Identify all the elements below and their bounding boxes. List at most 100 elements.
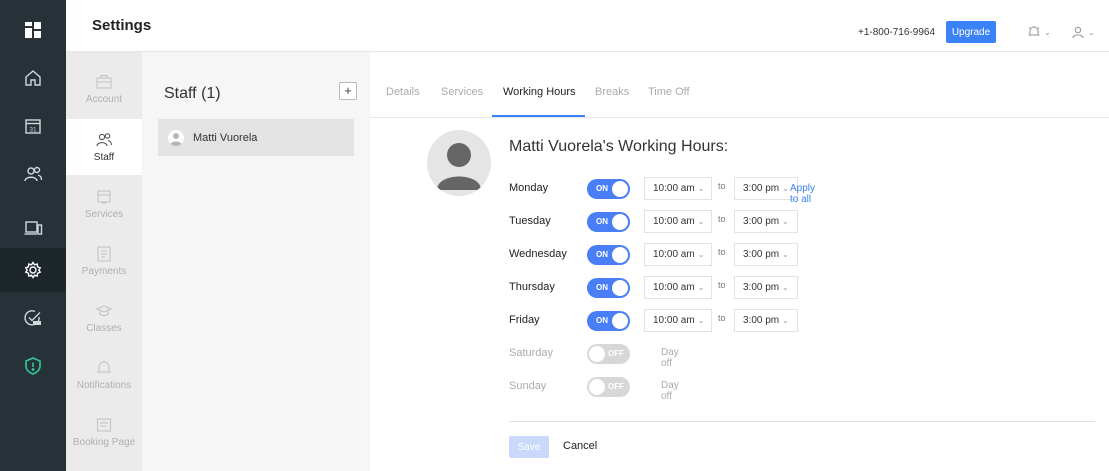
day-label: Wednesday bbox=[509, 248, 567, 260]
day-toggle[interactable]: ON bbox=[587, 278, 630, 298]
app-root: 31 Settings +1-800-716-9964 Upgrade ⌄ ⌄ bbox=[0, 0, 1109, 471]
add-staff-button[interactable]: + bbox=[339, 82, 357, 100]
end-time-select[interactable]: 3:00 pm ⌄ bbox=[734, 210, 798, 233]
end-time-select[interactable]: 3:00 pm ⌄ bbox=[734, 276, 798, 299]
subnav-label: Classes bbox=[86, 323, 122, 334]
tab-details[interactable]: Details bbox=[386, 86, 420, 98]
tab-working-hours[interactable]: Working Hours bbox=[503, 86, 576, 98]
subnav-item-staff[interactable]: Staff bbox=[66, 119, 142, 175]
day-toggle[interactable]: ON bbox=[587, 245, 630, 265]
toggle-state: ON bbox=[596, 250, 608, 259]
subnav-item-payments[interactable]: Payments bbox=[66, 233, 142, 289]
subnav-item-booking-page[interactable]: Booking Page bbox=[66, 404, 142, 460]
users-icon[interactable] bbox=[0, 152, 66, 196]
subnav-item-classes[interactable]: Classes bbox=[66, 290, 142, 346]
to-label: to bbox=[718, 214, 726, 224]
day-label: Tuesday bbox=[509, 215, 551, 227]
devices-icon[interactable] bbox=[0, 206, 66, 250]
start-time-select[interactable]: 10:00 am ⌄ bbox=[644, 177, 712, 200]
day-toggle[interactable]: ON bbox=[587, 212, 630, 232]
start-time-select[interactable]: 10:00 am ⌄ bbox=[644, 276, 712, 299]
user-avatar-icon bbox=[170, 132, 182, 146]
day-toggle[interactable]: ON bbox=[587, 179, 630, 199]
tab-time-off[interactable]: Time Off bbox=[648, 86, 690, 98]
save-button[interactable]: Save bbox=[509, 436, 549, 458]
briefcase-icon bbox=[96, 74, 112, 89]
bell-icon bbox=[97, 360, 111, 373]
start-time-select[interactable]: 10:00 am ⌄ bbox=[644, 243, 712, 266]
toggle-state: OFF bbox=[608, 382, 624, 391]
day-toggle[interactable]: OFF bbox=[587, 377, 630, 397]
day-label: Sunday bbox=[509, 380, 547, 392]
apply-to-all-link[interactable]: Apply to all bbox=[790, 183, 815, 205]
toggle-state: ON bbox=[596, 316, 608, 325]
chevron-down-icon: ⌄ bbox=[1088, 27, 1095, 37]
chevron-down-icon: ⌄ bbox=[1044, 27, 1051, 37]
bell-icon bbox=[1028, 26, 1040, 36]
day-off-label: Day off bbox=[661, 380, 679, 402]
toggle-knob bbox=[612, 247, 628, 263]
toggle-knob bbox=[589, 346, 605, 362]
start-time-value: 10:00 am bbox=[653, 249, 695, 260]
active-tab-indicator bbox=[492, 115, 585, 117]
start-time-select[interactable]: 10:00 am ⌄ bbox=[644, 309, 712, 332]
end-time-value: 3:00 pm bbox=[743, 216, 780, 227]
to-label: to bbox=[718, 181, 726, 191]
tab-breaks[interactable]: Breaks bbox=[595, 86, 629, 98]
subnav-label: Booking Page bbox=[72, 437, 136, 448]
staff-tabs: Details Services Working Hours Breaks Ti… bbox=[370, 52, 1109, 118]
staff-name: Matti Vuorela bbox=[193, 131, 258, 144]
end-time-value: 3:00 pm bbox=[743, 249, 780, 260]
subnav-label: Services bbox=[84, 209, 124, 220]
end-time-select[interactable]: 3:00 pm ⌄ bbox=[734, 309, 798, 332]
end-time-select[interactable]: 3:00 pm ⌄ bbox=[734, 243, 798, 266]
settings-icon[interactable] bbox=[0, 248, 66, 292]
check-badge-icon[interactable] bbox=[0, 296, 66, 340]
chevron-down-icon: ⌄ bbox=[697, 250, 705, 259]
end-time-select[interactable]: 3:00 pm ⌄ bbox=[734, 177, 798, 200]
shield-alert-icon[interactable] bbox=[0, 344, 66, 388]
day-label: Thursday bbox=[509, 281, 555, 293]
day-toggle[interactable]: ON bbox=[587, 311, 630, 331]
calendar-day-number: 31 bbox=[29, 127, 37, 134]
subnav-label: Payments bbox=[81, 266, 127, 277]
home-icon[interactable] bbox=[0, 56, 66, 100]
start-time-select[interactable]: 10:00 am ⌄ bbox=[644, 210, 712, 233]
subnav-label: Notifications bbox=[76, 380, 132, 391]
chevron-down-icon: ⌄ bbox=[782, 217, 789, 226]
start-time-value: 10:00 am bbox=[653, 216, 695, 227]
end-time-value: 3:00 pm bbox=[743, 282, 780, 293]
day-toggle[interactable]: OFF bbox=[587, 344, 630, 364]
end-time-value: 3:00 pm bbox=[743, 183, 780, 194]
day-off-label: Day off bbox=[661, 347, 679, 369]
chevron-down-icon: ⌄ bbox=[697, 217, 705, 226]
chevron-down-icon: ⌄ bbox=[782, 316, 789, 325]
upgrade-button[interactable]: Upgrade bbox=[946, 21, 996, 43]
user-icon bbox=[1072, 26, 1084, 39]
booking-page-icon bbox=[96, 418, 112, 432]
start-time-value: 10:00 am bbox=[653, 315, 695, 326]
apps-grid-icon[interactable] bbox=[0, 8, 66, 52]
user-menu[interactable]: ⌄ bbox=[1071, 25, 1095, 39]
calendar-icon[interactable]: 31 bbox=[0, 104, 66, 148]
to-label: to bbox=[718, 247, 726, 257]
classes-icon bbox=[95, 305, 113, 317]
staff-avatar[interactable] bbox=[427, 130, 491, 196]
start-time-value: 10:00 am bbox=[653, 183, 695, 194]
chevron-down-icon: ⌄ bbox=[697, 283, 705, 292]
subnav-item-services[interactable]: Services bbox=[66, 176, 142, 232]
chevron-down-icon: ⌄ bbox=[697, 184, 705, 193]
cancel-button[interactable]: Cancel bbox=[563, 440, 597, 452]
notifications-menu[interactable]: ⌄ bbox=[1027, 25, 1051, 39]
avatar bbox=[168, 129, 184, 146]
chevron-down-icon: ⌄ bbox=[697, 316, 705, 325]
working-hours-title: Matti Vuorela's Working Hours: bbox=[509, 138, 729, 155]
chevron-down-icon: ⌄ bbox=[782, 184, 789, 193]
tab-services[interactable]: Services bbox=[441, 86, 483, 98]
staff-list-item[interactable]: Matti Vuorela bbox=[158, 119, 354, 156]
subnav-item-account[interactable]: Account bbox=[66, 61, 142, 117]
subnav-item-notifications[interactable]: Notifications bbox=[66, 347, 142, 403]
services-icon bbox=[97, 190, 111, 204]
support-phone: +1-800-716-9964 bbox=[858, 27, 936, 38]
day-label: Friday bbox=[509, 314, 540, 326]
